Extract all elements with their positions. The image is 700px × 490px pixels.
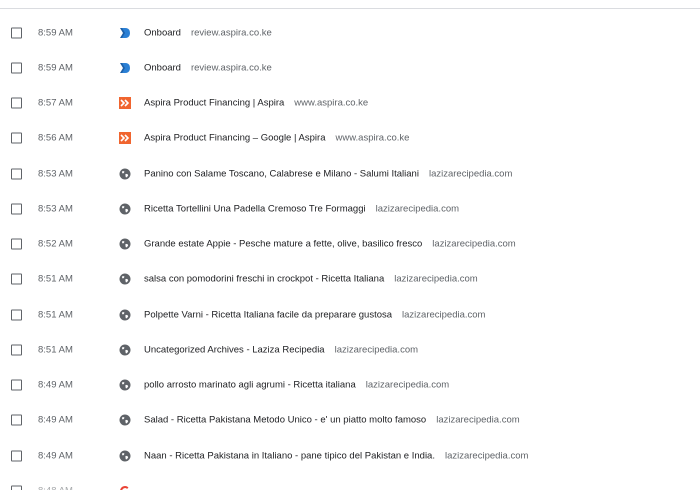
history-row[interactable]: 8:53 AM Ricetta Tortellini Una Padella Cr… [0,191,700,226]
entry-text [144,485,154,490]
entry-text: salsa con pomodorini freschi in crockpot… [144,274,478,285]
row-checkbox[interactable] [11,414,22,426]
history-row[interactable]: 8:53 AM Panino con Salame Toscano, Calabr… [0,156,700,191]
globe-icon [119,203,131,215]
visit-time: 8:56 AM [38,132,73,144]
visit-time: 8:49 AM [38,450,73,462]
row-checkbox[interactable] [11,450,22,462]
page-title-link[interactable]: Aspira Product Financing | Aspira [144,98,284,109]
row-checkbox[interactable] [11,132,22,144]
page-domain: lazizarecipedia.com [428,168,513,180]
visit-time: 8:52 AM [38,238,73,250]
visit-time: 8:57 AM [38,97,73,109]
entry-text: Ricetta Tortellini Una Padella Cremoso T… [144,203,459,214]
page-domain: lazizarecipedia.com [444,450,529,462]
page-title-link[interactable]: Onboard [144,27,181,38]
entry-text: Aspira Product Financing | Aspira www.asp… [144,98,368,109]
header-divider [0,8,700,9]
row-checkbox[interactable] [11,238,22,250]
page-domain: lazizarecipedia.com [394,273,478,285]
visit-time: 8:49 AM [38,379,73,391]
page-title-link[interactable]: salsa con pomodorini freschi in crockpot… [144,274,384,285]
entry-text: Onboard review.aspira.co.ke [144,27,272,38]
row-checkbox[interactable] [11,485,22,490]
aspira-blue-icon [120,27,130,38]
globe-icon [119,309,131,321]
visit-time: 8:53 AM [38,203,73,215]
history-row[interactable]: 8:57 AM Aspira Product Financing | Aspira… [0,86,700,121]
row-checkbox[interactable] [11,97,22,109]
visit-time: 8:48 AM [38,485,73,490]
globe-icon [119,238,131,250]
entry-text: pollo arrosto marinato agli agrumi - Ric… [144,380,449,391]
page-title-link[interactable]: Panino con Salame Toscano, Calabrese e M… [144,168,419,179]
visit-time: 8:51 AM [38,344,73,356]
history-row[interactable]: 8:49 AM Salad - Ricetta Pakistana Metodo … [0,403,700,438]
entry-text: Polpette Varni - Ricetta Italiana facile… [144,309,485,320]
row-checkbox[interactable] [11,62,22,74]
page-domain: review.aspira.co.ke [190,27,272,39]
page-domain: www.aspira.co.ke [294,97,369,109]
visit-time: 8:51 AM [38,309,73,321]
entry-text: Salad - Ricetta Pakistana Metodo Unico -… [144,415,520,426]
visit-time: 8:53 AM [38,168,73,180]
page-title-link[interactable]: Onboard [144,62,181,73]
history-row[interactable]: 8:56 AM Aspira Product Financing – Google… [0,121,700,156]
history-row[interactable]: 8:52 AM Grande estate Appie - Pesche matu… [0,227,700,262]
globe-icon [119,344,131,356]
entry-text: Uncategorized Archives - Laziza Recipedi… [144,344,418,355]
globe-icon [119,414,131,426]
page-domain: www.aspira.co.ke [335,132,410,144]
history-page: 8:59 AM Onboard review.aspira.co.ke 8:59 AM… [0,0,700,490]
page-domain: lazizarecipedia.com [365,379,450,391]
page-title-link[interactable]: Polpette Varni - Ricetta Italiana facile… [144,309,392,320]
aspira-blue-icon [120,62,130,73]
page-title-link[interactable]: Aspira Product Financing – Google | Aspi… [144,133,325,144]
page-domain: lazizarecipedia.com [334,344,419,356]
entry-text: Onboard review.aspira.co.ke [144,62,272,73]
page-domain: review.aspira.co.ke [190,62,272,74]
page-title-link[interactable]: Naan - Ricetta Pakistana in Italiano - p… [144,450,435,461]
row-checkbox[interactable] [11,27,22,39]
visit-time: 8:59 AM [38,62,73,74]
page-title-link[interactable]: Ricetta Tortellini Una Padella Cremoso T… [144,203,366,214]
history-row[interactable]: 8:48 AM [0,473,700,490]
row-checkbox[interactable] [11,379,22,391]
entry-text: Aspira Product Financing – Google | Aspi… [144,133,409,144]
history-list: 8:59 AM Onboard review.aspira.co.ke 8:59 AM… [0,15,700,490]
history-row[interactable]: 8:51 AM Polpette Varni - Ricetta Italiana… [0,297,700,332]
row-checkbox[interactable] [11,168,22,180]
page-domain: lazizarecipedia.com [432,238,516,250]
globe-icon [119,379,131,391]
globe-icon [119,273,131,285]
history-row[interactable]: 8:51 AM Uncategorized Archives - Laziza R… [0,332,700,367]
globe-icon [119,450,131,462]
entry-text: Grande estate Appie - Pesche mature a fe… [144,239,516,250]
history-row[interactable]: 8:49 AM Naan - Ricetta Pakistana in Itali… [0,438,700,473]
page-domain: lazizarecipedia.com [375,203,460,215]
globe-icon [119,168,131,180]
page-domain: lazizarecipedia.com [436,414,520,426]
history-row[interactable]: 8:51 AM salsa con pomodorini freschi in c… [0,262,700,297]
visit-time: 8:51 AM [38,273,73,285]
page-title-link[interactable]: Grande estate Appie - Pesche mature a fe… [144,239,422,250]
google-icon [120,485,129,490]
entry-text: Naan - Ricetta Pakistana in Italiano - p… [144,450,528,461]
row-checkbox[interactable] [11,344,22,356]
entry-text: Panino con Salame Toscano, Calabrese e M… [144,168,512,179]
aspira-orange-icon [119,97,131,110]
page-title-link[interactable]: Uncategorized Archives - Laziza Recipedi… [144,344,325,355]
aspira-orange-icon [119,132,131,145]
page-title-link[interactable]: pollo arrosto marinato agli agrumi - Ric… [144,380,356,391]
row-checkbox[interactable] [11,309,22,321]
history-row[interactable]: 8:59 AM Onboard review.aspira.co.ke [0,15,700,50]
visit-time: 8:59 AM [38,27,73,39]
row-checkbox[interactable] [11,203,22,215]
visit-time: 8:49 AM [38,414,73,426]
row-checkbox[interactable] [11,273,22,285]
history-row[interactable]: 8:49 AM pollo arrosto marinato agli agrum… [0,368,700,403]
history-row[interactable]: 8:59 AM Onboard review.aspira.co.ke [0,50,700,85]
page-title-link[interactable]: Salad - Ricetta Pakistana Metodo Unico -… [144,415,426,426]
page-domain: lazizarecipedia.com [402,309,486,321]
